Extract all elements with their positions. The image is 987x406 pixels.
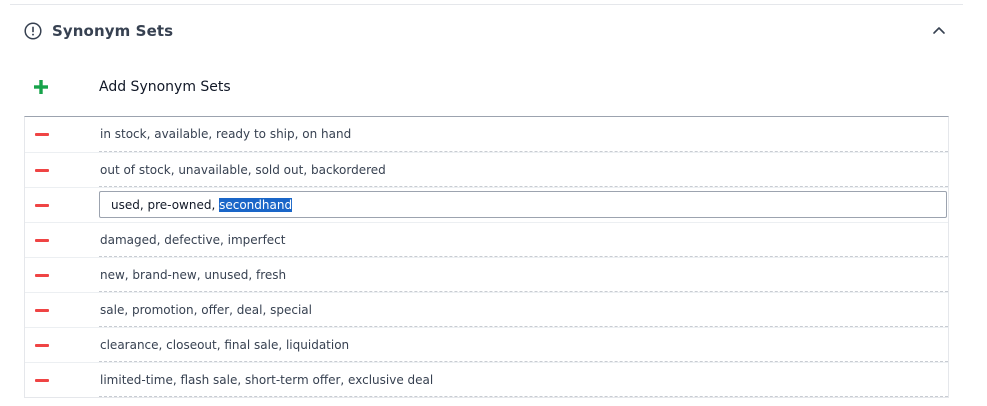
synonym-set-text: limited-time, flash sale, short-term off… [100, 372, 434, 387]
remove-synonym-set-button[interactable] [25, 117, 59, 152]
synonym-set-text: new, brand-new, unused, fresh [100, 267, 287, 282]
minus-icon [35, 273, 49, 277]
section-title: Synonym Sets [52, 22, 174, 40]
synonym-set-row: new, brand-new, unused, fresh [25, 257, 948, 292]
top-divider [10, 4, 963, 5]
synonym-set-cell[interactable]: out of stock, unavailable, sold out, bac… [99, 153, 948, 187]
synonym-set-text: out of stock, unavailable, sold out, bac… [100, 162, 386, 177]
synonym-set-cell[interactable]: in stock, available, ready to ship, on h… [99, 117, 948, 152]
synonym-set-text: sale, promotion, offer, deal, special [100, 302, 312, 317]
synonym-set-row: sale, promotion, offer, deal, special [25, 292, 948, 327]
synonym-set-row: out of stock, unavailable, sold out, bac… [25, 152, 948, 187]
synonym-set-cell[interactable]: limited-time, flash sale, short-term off… [99, 363, 948, 397]
plus-icon[interactable] [24, 75, 58, 99]
add-synonym-row: Add Synonym Sets [24, 72, 948, 102]
remove-synonym-set-button[interactable] [25, 258, 59, 292]
synonym-set-row: in stock, available, ready to ship, on h… [25, 117, 948, 152]
minus-icon [35, 308, 49, 312]
synonym-set-cell[interactable]: clearance, closeout, final sale, liquida… [99, 328, 948, 362]
synonym-set-row: damaged, defective, imperfect [25, 222, 948, 257]
synonym-set-text: damaged, defective, imperfect [100, 232, 286, 247]
remove-synonym-set-button[interactable] [25, 363, 59, 397]
remove-synonym-set-button[interactable] [25, 293, 59, 327]
minus-icon [35, 203, 49, 207]
section-header: Synonym Sets [24, 18, 954, 44]
synonym-set-row: limited-time, flash sale, short-term off… [25, 362, 948, 397]
minus-icon [35, 343, 49, 347]
chevron-up-icon[interactable] [932, 23, 946, 37]
minus-icon [35, 238, 49, 242]
minus-icon [35, 168, 49, 172]
synonym-set-row: used, pre-owned, secondhand [25, 187, 948, 222]
info-circle-icon [24, 22, 42, 40]
synonym-set-cell[interactable]: sale, promotion, offer, deal, special [99, 293, 948, 327]
minus-icon [35, 133, 49, 136]
remove-synonym-set-button[interactable] [25, 223, 59, 257]
synonym-set-text: clearance, closeout, final sale, liquida… [100, 337, 350, 352]
synonym-set-text: in stock, available, ready to ship, on h… [100, 127, 352, 141]
synonym-set-cell[interactable]: damaged, defective, imperfect [99, 223, 948, 257]
synonym-set-cell[interactable]: new, brand-new, unused, fresh [99, 258, 948, 292]
synonym-set-row: clearance, closeout, final sale, liquida… [25, 327, 948, 362]
synonym-set-cell [99, 188, 948, 222]
minus-icon [35, 378, 49, 382]
add-synonym-sets-button[interactable]: Add Synonym Sets [99, 79, 231, 95]
remove-synonym-set-button[interactable] [25, 153, 59, 187]
remove-synonym-set-button[interactable] [25, 328, 59, 362]
synonym-set-list: in stock, available, ready to ship, on h… [24, 116, 949, 398]
remove-synonym-set-button[interactable] [25, 188, 59, 222]
